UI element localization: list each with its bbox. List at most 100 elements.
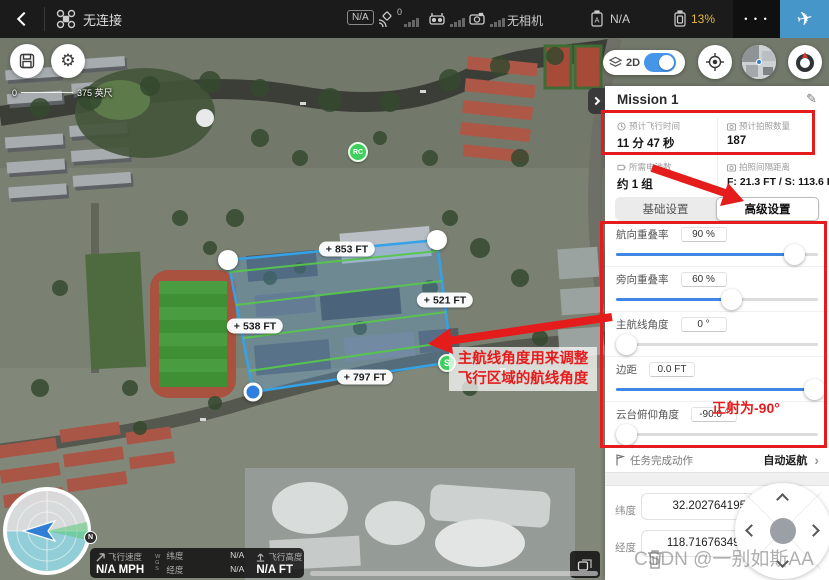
- mission-title: Mission 1: [617, 92, 679, 107]
- gear-icon: ⚙: [60, 51, 75, 71]
- edge-length-label-left[interactable]: +538 FT: [227, 319, 283, 334]
- chevron-right-icon: ›: [814, 452, 819, 468]
- slider-margin: 边距0.0 FT: [605, 357, 829, 402]
- save-icon: [18, 52, 36, 70]
- plus-icon: +: [344, 371, 350, 383]
- remote-controller-icon: [428, 10, 446, 28]
- map-mode-toggle[interactable]: 2D: [603, 50, 685, 75]
- aircraft-connection-status[interactable]: 无连接: [56, 0, 122, 38]
- polygon-vertex-handle[interactable]: [427, 230, 447, 250]
- stat-photo-interval: 拍照间隔距离 F: 21.3 FT / S: 113.6 FT: [727, 161, 829, 188]
- edit-mission-name-button[interactable]: ✎: [806, 91, 817, 107]
- slider-course-angle: 主航线角度0 °: [605, 312, 829, 357]
- camera-icon: [727, 163, 736, 172]
- stat-batteries: 所需电池数 约 1 组: [617, 161, 725, 192]
- save-mission-button[interactable]: [10, 44, 44, 78]
- more-menu-button[interactable]: • • •: [733, 0, 780, 38]
- gimbal-pitch-slider[interactable]: [616, 433, 818, 436]
- slider-thumb[interactable]: [804, 379, 825, 400]
- camera-status: 无相机: [507, 12, 543, 29]
- mode-2d-label: 2D: [626, 57, 640, 69]
- longitude-label: 经度: [615, 540, 636, 555]
- clock-icon: [617, 122, 626, 131]
- dpad-center[interactable]: [770, 518, 796, 544]
- slider-thumb[interactable]: [616, 424, 637, 445]
- divider: [44, 7, 45, 31]
- tab-basic-settings[interactable]: 基础设置: [615, 197, 716, 221]
- nudge-up-button[interactable]: [776, 493, 789, 506]
- nudge-left-button[interactable]: [745, 524, 758, 537]
- minimap-thumbnail: [742, 45, 776, 79]
- course-angle-value[interactable]: 0 °: [681, 317, 727, 332]
- svg-text:A: A: [594, 16, 599, 25]
- speed-icon: [96, 553, 105, 562]
- front-overlap-slider[interactable]: [616, 253, 818, 256]
- map-layers-icon: [577, 558, 593, 572]
- edge-length-label-top[interactable]: +853 FT: [319, 242, 375, 257]
- app-root: +853 FT +521 FT +538 FT +797 FT S RC 无连接…: [0, 0, 829, 580]
- gps-satellite-icon: [376, 10, 394, 28]
- settings-tabs: 基础设置 高级设置: [615, 197, 819, 221]
- slider-thumb[interactable]: [721, 289, 742, 310]
- layers-icon: [609, 56, 622, 69]
- stat-flight-time: 预计飞行时间 11 分 47 秒: [617, 120, 725, 151]
- latitude-label: 纬度: [615, 503, 636, 518]
- edge-length-label-right[interactable]: +521 FT: [417, 293, 473, 308]
- flag-icon: [615, 454, 625, 466]
- mission-stats: 预计飞行时间 11 分 47 秒 预计拍照数量 187 所需电池数 约 1 组 …: [605, 112, 829, 194]
- edge-length-label-bottom[interactable]: +797 FT: [337, 370, 393, 385]
- home-indicator: [310, 571, 598, 576]
- attitude-compass[interactable]: N: [3, 487, 91, 575]
- crosshair-icon: [705, 52, 725, 72]
- map-scale: 0375 英尺: [12, 86, 113, 99]
- watermark: CSDN @一别如斯AA: [634, 544, 814, 571]
- nudge-right-button[interactable]: [807, 524, 820, 537]
- annotation-route-note: 主航线角度用来调整 飞行区域的航线角度: [449, 347, 597, 391]
- dots-icon: • • •: [744, 14, 768, 24]
- finish-action-row[interactable]: 任务完成动作 自动返航 ›: [605, 448, 829, 472]
- front-overlap-value[interactable]: 90 %: [681, 227, 727, 242]
- panel-collapse-button[interactable]: [588, 88, 605, 114]
- takeoff-button[interactable]: ✈: [780, 0, 829, 38]
- battery-icon: [617, 163, 626, 172]
- locate-me-button[interactable]: [698, 45, 732, 79]
- back-button[interactable]: [10, 0, 38, 38]
- top-status-bar: 无连接 N/A 0 无相机 A N/A 13% • • • ✈: [0, 0, 829, 38]
- altitude-icon: [256, 553, 265, 562]
- margin-slider[interactable]: [616, 388, 818, 391]
- stat-photo-count: 预计拍照数量 187: [727, 120, 829, 147]
- north-indicator: N: [84, 531, 97, 544]
- altitude-readout: 飞行高度 N/A FT: [250, 548, 308, 578]
- connection-label: 无连接: [83, 10, 122, 29]
- side-overlap-slider[interactable]: [616, 298, 818, 301]
- margin-value[interactable]: 0.0 FT: [649, 362, 695, 377]
- camera-icon: [468, 10, 486, 28]
- 2d-3d-switch[interactable]: [644, 53, 676, 72]
- map-preview-button[interactable]: [742, 45, 776, 79]
- course-angle-slider[interactable]: [616, 343, 818, 346]
- slider-side-overlap: 旁向重叠率60 %: [605, 267, 829, 312]
- plane-icon: ✈: [794, 6, 814, 32]
- gps-signal-bars: [404, 18, 419, 27]
- slider-thumb[interactable]: [784, 244, 805, 265]
- plus-icon: +: [234, 320, 240, 332]
- wgs-label: WGS: [150, 548, 160, 578]
- compass-icon: [794, 51, 816, 73]
- polygon-vertex-handle[interactable]: [218, 250, 238, 270]
- speed-readout: 飞行速度 N/A MPH: [90, 548, 150, 578]
- rc-location-marker: RC: [348, 142, 368, 162]
- side-overlap-value[interactable]: 60 %: [681, 272, 727, 287]
- aircraft-battery-icon: A: [589, 10, 605, 28]
- tab-advanced-settings[interactable]: 高级设置: [716, 197, 819, 221]
- compass-reset-button[interactable]: [788, 45, 822, 79]
- polygon-vertex-handle-selected[interactable]: [244, 383, 263, 402]
- aircraft-battery-value: N/A: [610, 12, 630, 26]
- device-battery-value: 13%: [691, 12, 715, 26]
- mission-settings-button[interactable]: ⚙: [51, 44, 85, 78]
- gps-coords-readout: 纬度N/A 经度N/A: [160, 548, 250, 578]
- slider-thumb[interactable]: [616, 334, 637, 355]
- drone-icon: [56, 9, 76, 29]
- mission-panel: Mission 1 ✎ 预计飞行时间 11 分 47 秒 预计拍照数量 187 …: [605, 86, 829, 580]
- slider-front-overlap: 航向重叠率90 %: [605, 222, 829, 267]
- plus-icon: +: [326, 243, 332, 255]
